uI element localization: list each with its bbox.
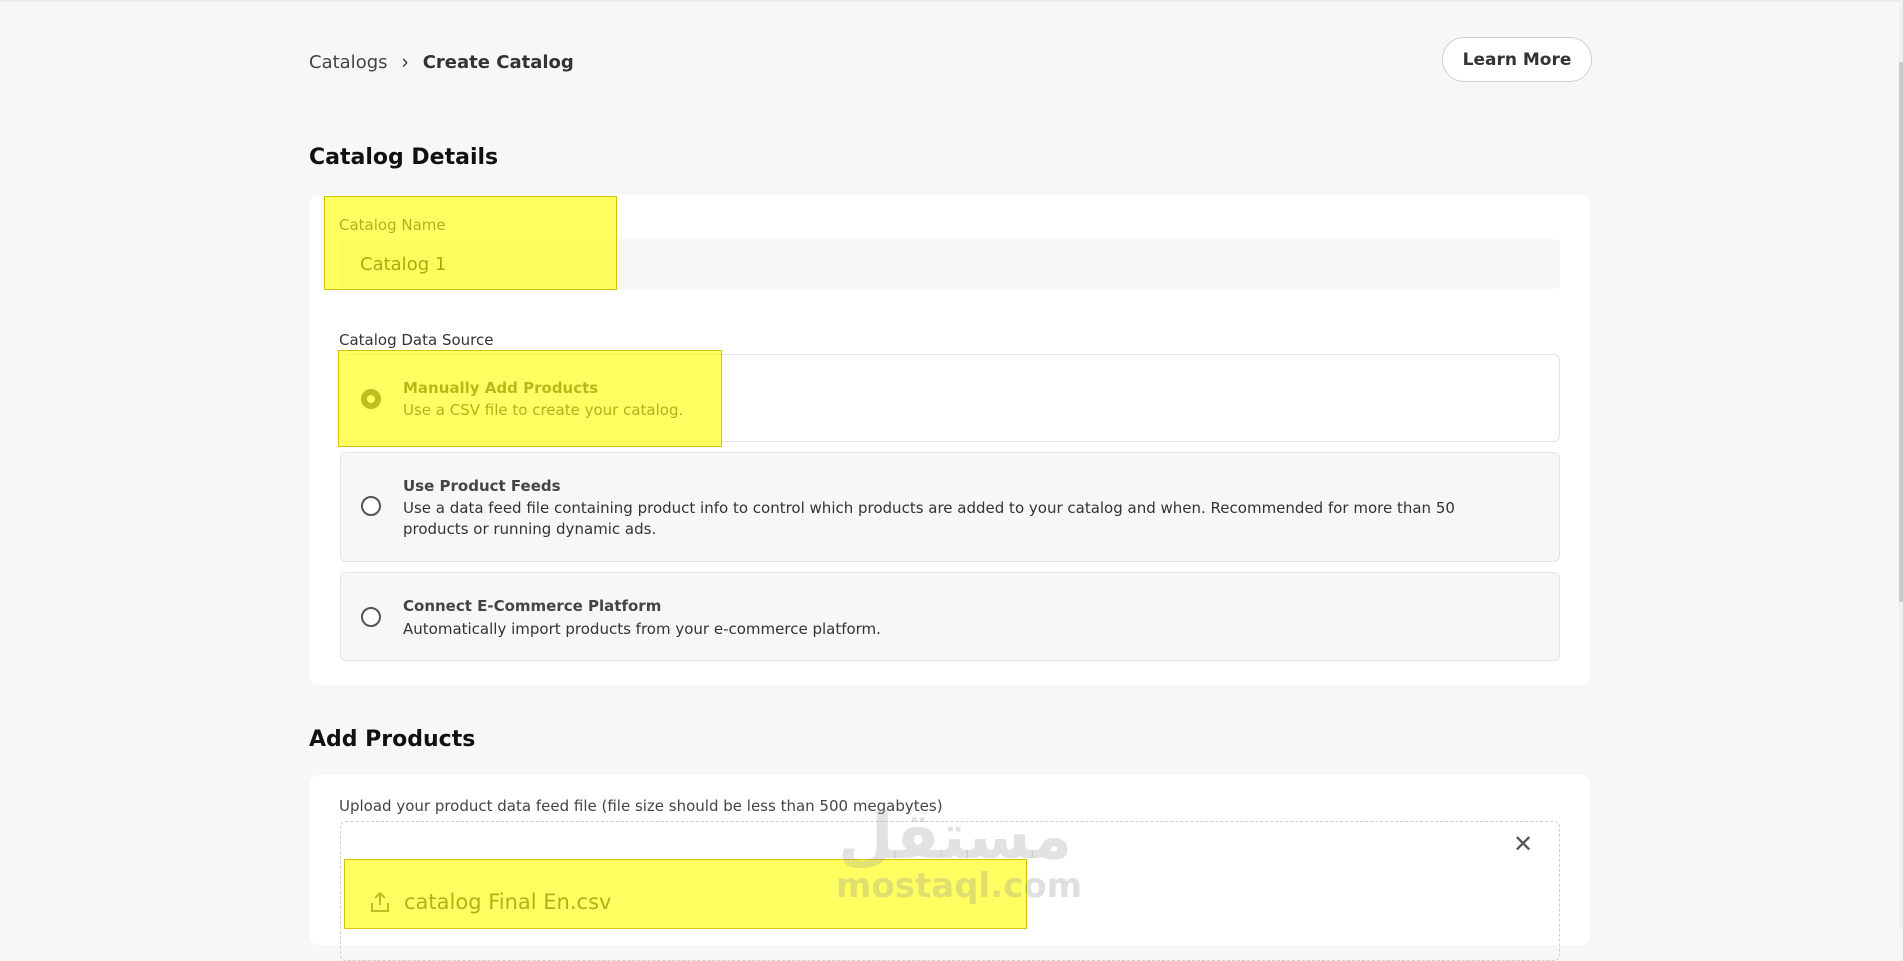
breadcrumb-current: Create Catalog (422, 52, 574, 73)
radio-button[interactable] (361, 607, 381, 627)
option-connect-ecommerce-platform[interactable]: Connect E-Commerce Platform Automaticall… (340, 572, 1560, 661)
chevron-right-icon: › (401, 49, 409, 76)
uploaded-file: catalog Final En.csv (370, 890, 611, 914)
scrollbar-thumb[interactable] (1899, 62, 1903, 602)
close-icon[interactable]: ✕ (1513, 832, 1533, 856)
catalog-data-source-label: Catalog Data Source (339, 331, 494, 349)
breadcrumb-catalogs-link[interactable]: Catalogs (309, 52, 388, 73)
option-description: Use a CSV file to create your catalog. (403, 401, 684, 419)
option-manually-add-products[interactable]: Manually Add Products Use a CSV file to … (340, 354, 1560, 442)
catalog-name-label: Catalog Name (339, 216, 446, 234)
option-title: Connect E-Commerce Platform (403, 597, 662, 615)
catalog-name-input[interactable]: Catalog 1 (339, 239, 1560, 289)
radio-button[interactable] (361, 496, 381, 516)
upload-icon (371, 892, 389, 912)
uploaded-file-name: catalog Final En.csv (404, 890, 612, 914)
breadcrumb: Catalogs › Create Catalog (309, 49, 574, 76)
option-description: Automatically import products from your … (403, 620, 881, 638)
watermark-logo-arabic: مستقل (838, 800, 1073, 874)
catalog-name-value: Catalog 1 (360, 253, 447, 275)
scrollbar[interactable] (1899, 0, 1903, 929)
watermark-logo-latin: mostaql.com (836, 866, 1083, 906)
option-title: Use Product Feeds (403, 477, 561, 495)
top-divider (0, 0, 1903, 2)
option-title: Manually Add Products (403, 379, 599, 397)
add-products-heading: Add Products (309, 727, 476, 752)
option-description: Use a data feed file containing product … (403, 499, 1455, 538)
catalog-details-heading: Catalog Details (309, 145, 499, 170)
learn-more-button[interactable]: Learn More (1442, 37, 1592, 82)
radio-button-selected[interactable] (361, 389, 381, 409)
option-use-product-feeds[interactable]: Use Product Feeds Use a data feed file c… (340, 452, 1560, 562)
